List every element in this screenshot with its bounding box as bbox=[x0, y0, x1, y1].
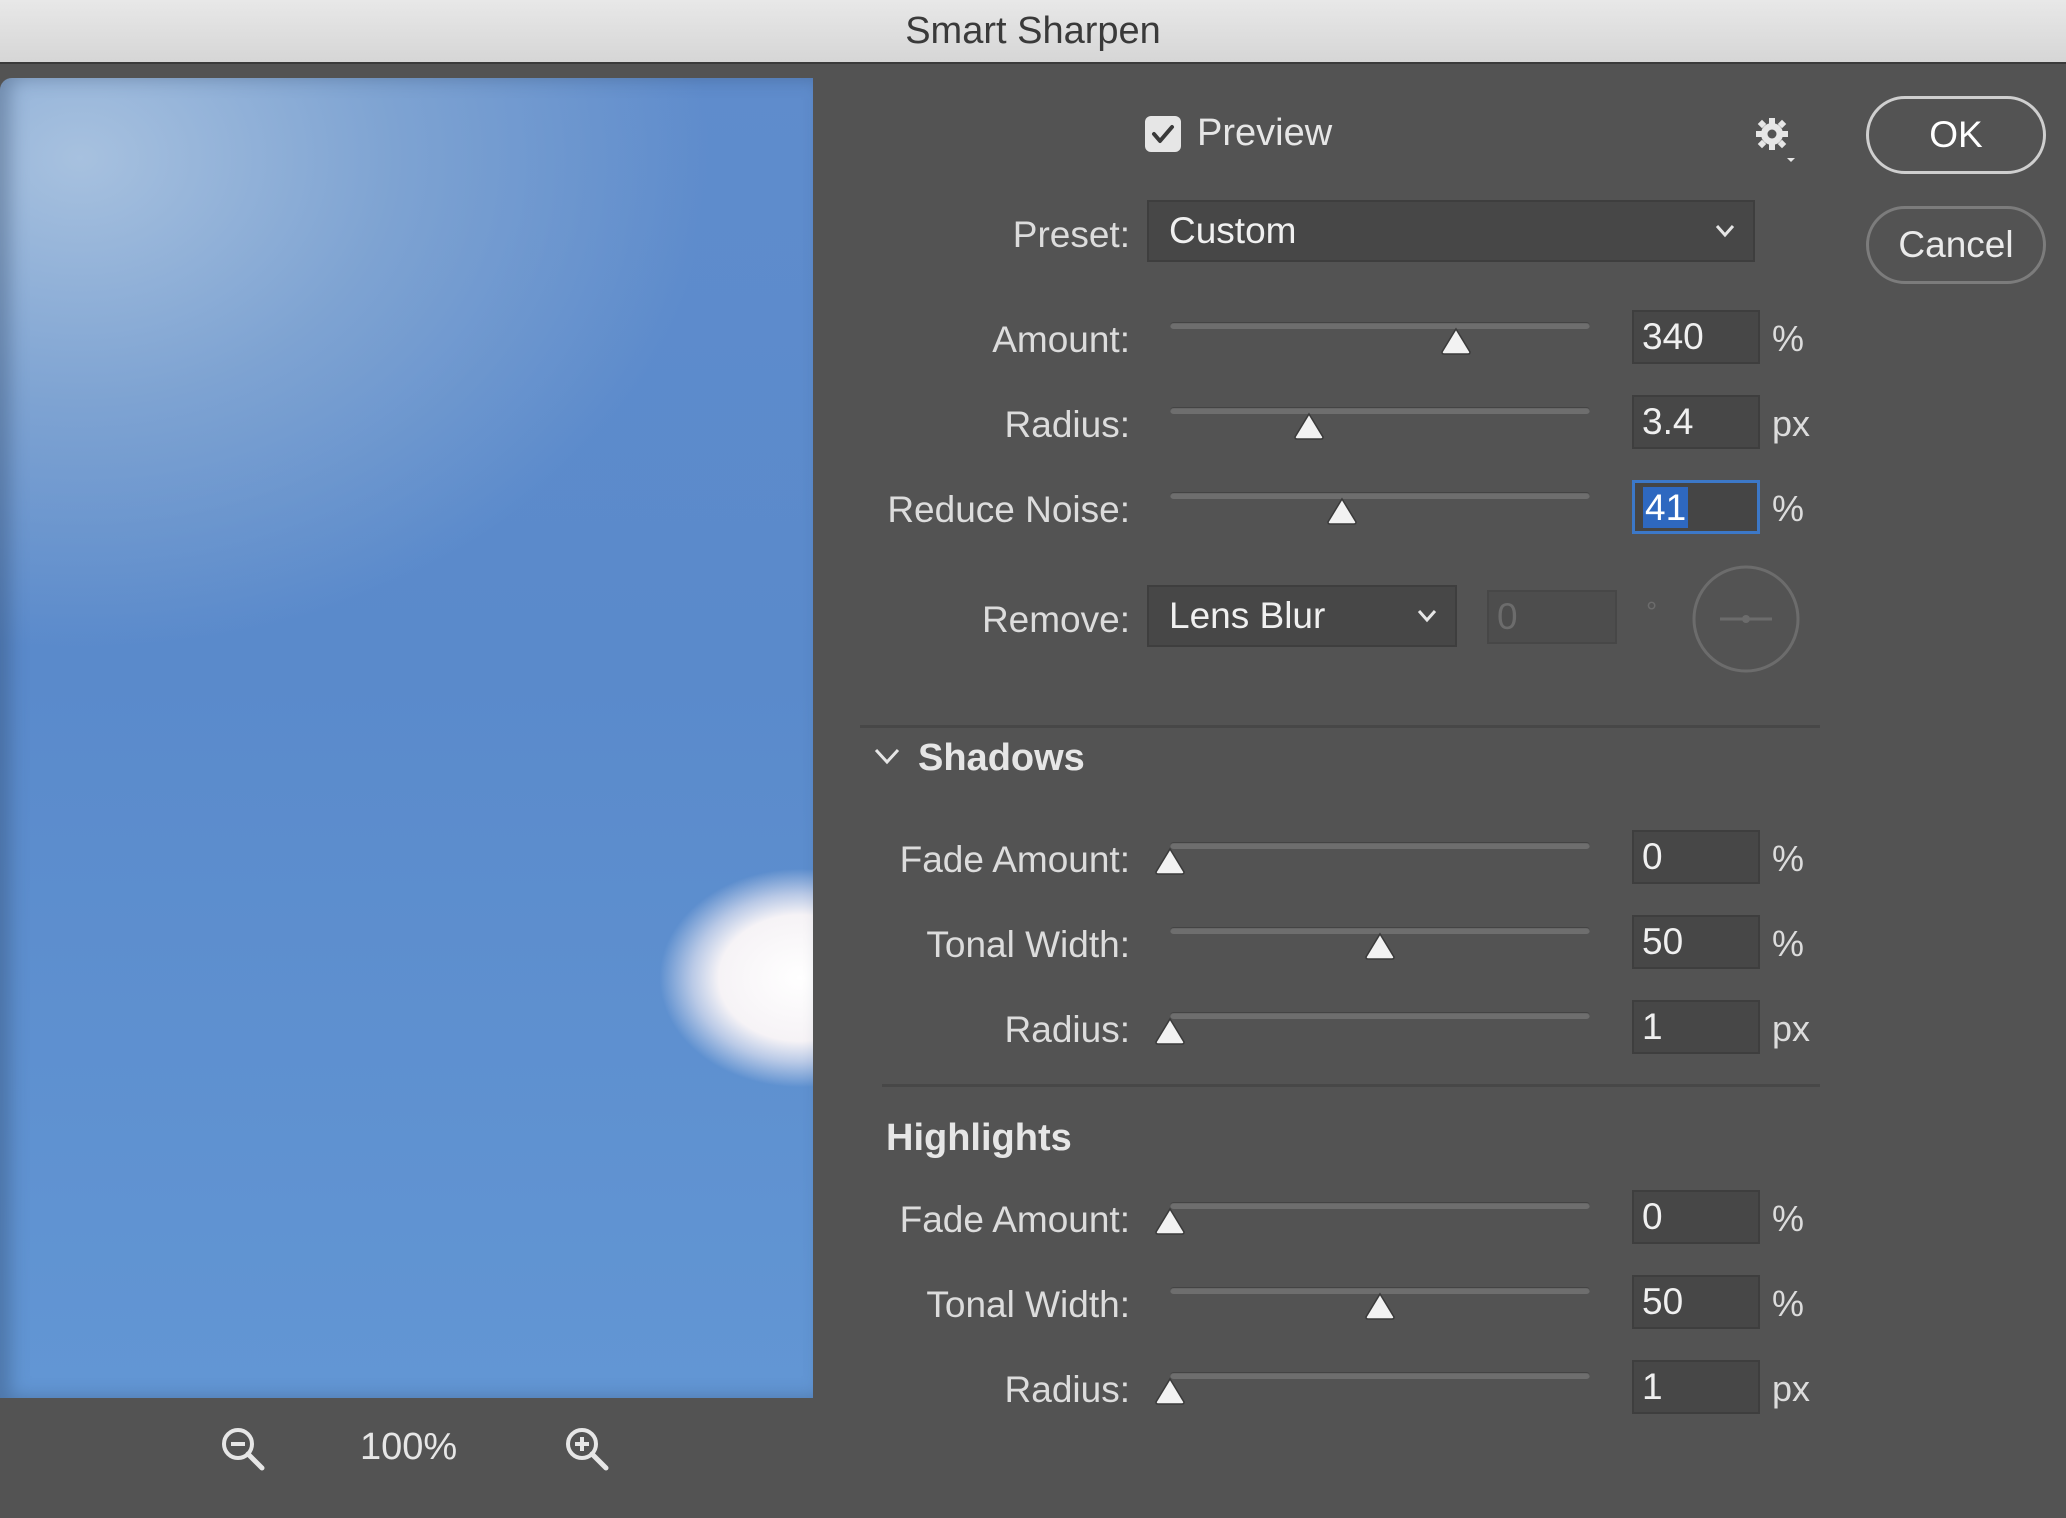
section-divider bbox=[860, 725, 1820, 728]
remove-select[interactable]: Lens Blur bbox=[1147, 585, 1457, 647]
shadows-radius-slider-thumb[interactable] bbox=[1153, 1016, 1187, 1046]
highlights-fade-amount-slider-track[interactable] bbox=[1170, 1202, 1590, 1209]
amount-slider-thumb[interactable] bbox=[1439, 326, 1473, 356]
shadows-radius-label: Radius: bbox=[1004, 1009, 1130, 1050]
highlights-radius-slider-thumb[interactable] bbox=[1153, 1376, 1187, 1406]
radius-slider-track[interactable] bbox=[1170, 407, 1590, 414]
amount-label: Amount: bbox=[992, 319, 1130, 360]
reduce-noise-slider-thumb[interactable] bbox=[1325, 496, 1359, 526]
highlights-tonal-width-label: Tonal Width: bbox=[926, 1284, 1130, 1325]
reduce-noise-slider-track[interactable] bbox=[1170, 492, 1590, 499]
chevron-down-icon bbox=[1715, 225, 1735, 238]
amount-unit: % bbox=[1772, 318, 1805, 359]
ok-button[interactable]: OK bbox=[1866, 96, 2046, 174]
highlights-fade-amount-input[interactable]: 0 bbox=[1632, 1190, 1760, 1244]
reduce-noise-unit: % bbox=[1772, 488, 1805, 529]
highlights-fade-amount-slider-thumb[interactable] bbox=[1153, 1206, 1187, 1236]
highlights-tonal-width-unit: % bbox=[1772, 1283, 1805, 1324]
section-divider bbox=[882, 1084, 1820, 1087]
shadows-fade-amount-slider-track[interactable] bbox=[1170, 842, 1590, 849]
shadows-tonal-width-label: Tonal Width: bbox=[926, 924, 1130, 965]
shadows-tonal-width-input[interactable]: 50 bbox=[1632, 915, 1760, 969]
highlights-radius-unit: px bbox=[1772, 1368, 1811, 1409]
angle-unit: ° bbox=[1646, 596, 1658, 627]
checkmark-icon bbox=[1152, 125, 1174, 143]
highlights-tonal-width-input[interactable]: 50 bbox=[1632, 1275, 1760, 1329]
highlights-fade-amount-unit: % bbox=[1772, 1198, 1805, 1239]
zoom-bar: 100% bbox=[0, 1410, 813, 1490]
preset-label: Preset: bbox=[1012, 214, 1130, 255]
preset-select[interactable]: Custom bbox=[1147, 200, 1755, 262]
radius-unit: px bbox=[1772, 403, 1811, 444]
zoom-out-icon[interactable] bbox=[218, 1424, 268, 1474]
shadows-fade-amount-unit: % bbox=[1772, 838, 1805, 879]
shadows-fade-amount-label: Fade Amount: bbox=[899, 839, 1130, 880]
preset-value: Custom bbox=[1169, 210, 1297, 251]
radius-input[interactable]: 3.4 bbox=[1632, 395, 1760, 449]
title-bar: Smart Sharpen bbox=[0, 0, 2066, 64]
highlights-radius-label: Radius: bbox=[1004, 1369, 1130, 1410]
preview-label[interactable]: Preview bbox=[1197, 112, 1332, 155]
gear-icon[interactable] bbox=[1754, 116, 1800, 166]
angle-input[interactable]: 0 bbox=[1487, 590, 1617, 644]
shadows-radius-unit: px bbox=[1772, 1008, 1811, 1049]
highlights-section-title[interactable]: Highlights bbox=[886, 1117, 1072, 1160]
highlights-radius-slider-track[interactable] bbox=[1170, 1372, 1590, 1379]
window-title: Smart Sharpen bbox=[905, 9, 1161, 52]
radius-label: Radius: bbox=[1004, 404, 1130, 445]
shadows-tonal-width-unit: % bbox=[1772, 923, 1805, 964]
amount-input[interactable]: 340 bbox=[1632, 310, 1760, 364]
shadows-tonal-width-slider-thumb[interactable] bbox=[1363, 931, 1397, 961]
reduce-noise-value: 41 bbox=[1643, 487, 1689, 528]
cancel-button[interactable]: Cancel bbox=[1866, 206, 2046, 284]
shadows-fade-amount-slider-thumb[interactable] bbox=[1153, 846, 1187, 876]
reduce-noise-label: Reduce Noise: bbox=[887, 489, 1130, 530]
highlights-radius-input[interactable]: 1 bbox=[1632, 1360, 1760, 1414]
shadows-section-title[interactable]: Shadows bbox=[918, 737, 1085, 780]
highlights-fade-amount-label: Fade Amount: bbox=[899, 1199, 1130, 1240]
remove-value: Lens Blur bbox=[1169, 595, 1326, 636]
zoom-in-icon[interactable] bbox=[562, 1424, 612, 1474]
reduce-noise-input[interactable]: 41 bbox=[1632, 480, 1760, 534]
shadows-radius-slider-track[interactable] bbox=[1170, 1012, 1590, 1019]
shadows-fade-amount-input[interactable]: 0 bbox=[1632, 830, 1760, 884]
chevron-down-icon[interactable] bbox=[872, 744, 902, 768]
angle-dial[interactable] bbox=[1690, 563, 1802, 675]
remove-label: Remove: bbox=[981, 599, 1130, 640]
highlights-tonal-width-slider-thumb[interactable] bbox=[1363, 1291, 1397, 1321]
amount-slider-track[interactable] bbox=[1170, 322, 1590, 329]
radius-slider-thumb[interactable] bbox=[1292, 411, 1326, 441]
zoom-level: 100% bbox=[360, 1426, 458, 1468]
shadows-radius-input[interactable]: 1 bbox=[1632, 1000, 1760, 1054]
chevron-down-icon bbox=[1417, 610, 1437, 623]
preview-checkbox[interactable] bbox=[1145, 116, 1181, 152]
